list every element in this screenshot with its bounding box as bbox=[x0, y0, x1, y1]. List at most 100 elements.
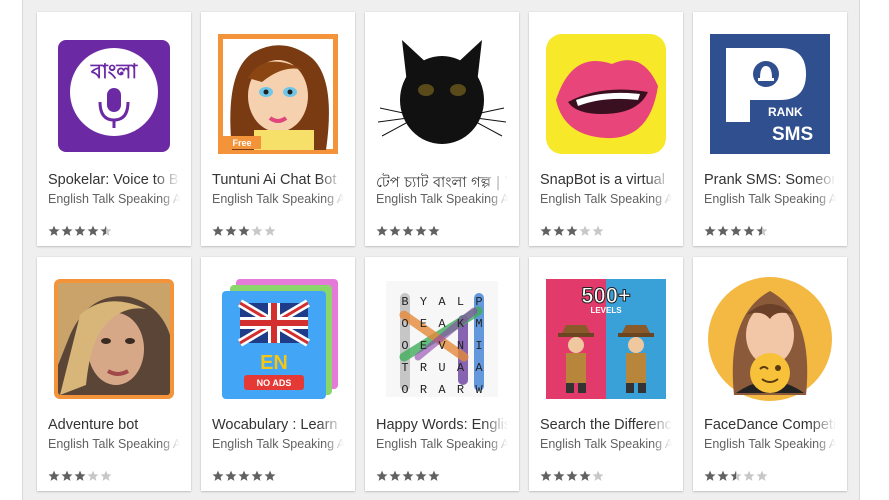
svg-text:LEVELS: LEVELS bbox=[590, 306, 622, 315]
rating-stars bbox=[212, 470, 277, 484]
word-search-letter: L bbox=[457, 295, 464, 309]
star-icon bbox=[553, 225, 565, 237]
app-icon bbox=[706, 275, 834, 403]
app-card-spokelar[interactable]: বাংলা Spokelar: Voice to Bangla English … bbox=[37, 12, 191, 246]
app-developer[interactable]: English Talk Speaking App bbox=[48, 192, 180, 206]
app-developer[interactable]: English Talk Speaking App bbox=[704, 192, 836, 206]
star-icon bbox=[592, 470, 604, 482]
app-developer[interactable]: English Talk Speaking App bbox=[704, 437, 836, 451]
app-card-tuntuni[interactable]: Free Tuntuni Ai Chat Bot English Talk Sp… bbox=[201, 12, 355, 246]
star-icon bbox=[212, 470, 224, 482]
app-card-tap-chat[interactable]: টেপ চ্যাট বাংলা গল্প | Tap Chat English … bbox=[365, 12, 519, 246]
star-icon bbox=[74, 225, 86, 237]
app-developer[interactable]: English Talk Speaking App bbox=[212, 192, 344, 206]
app-card-snapbot[interactable]: SnapBot is a virtual English Talk Speaki… bbox=[529, 12, 683, 246]
app-developer[interactable]: English Talk Speaking App bbox=[376, 192, 508, 206]
star-icon bbox=[100, 470, 112, 482]
word-search-letter: B bbox=[401, 295, 408, 309]
word-search-letter: O bbox=[401, 383, 408, 397]
svg-text:EN: EN bbox=[260, 352, 288, 374]
black-cat-icon bbox=[378, 30, 506, 158]
rating-stars bbox=[376, 470, 441, 484]
app-title[interactable]: Prank SMS: Someone bbox=[704, 172, 836, 188]
lips-icon bbox=[546, 34, 666, 154]
app-card-prank-sms[interactable]: RANK SMS Prank SMS: Someone English Talk… bbox=[693, 12, 847, 246]
star-icon bbox=[566, 225, 578, 237]
app-developer[interactable]: English Talk Speaking App bbox=[540, 437, 672, 451]
app-card-wocabulary[interactable]: EN NO ADS Wocabulary : Learn English Tal… bbox=[201, 257, 355, 491]
rating-stars bbox=[48, 470, 113, 484]
app-card-happy-words[interactable]: BYALPOEAKMOEVNITRUAAORARW Happy Words: E… bbox=[365, 257, 519, 491]
star-icon bbox=[717, 225, 729, 237]
rating-stars bbox=[540, 225, 605, 239]
app-title[interactable]: Spokelar: Voice to Bangla bbox=[48, 172, 180, 188]
app-title[interactable]: FaceDance Competition bbox=[704, 417, 836, 433]
svg-text:RANK: RANK bbox=[768, 105, 803, 119]
app-card-facedance[interactable]: FaceDance Competition English Talk Speak… bbox=[693, 257, 847, 491]
app-title[interactable]: Tuntuni Ai Chat Bot bbox=[212, 172, 344, 188]
star-icon bbox=[717, 470, 729, 482]
app-card-search-differences[interactable]: 500+ LEVELS Search the Differenc English… bbox=[529, 257, 683, 491]
star-icon bbox=[48, 225, 60, 237]
word-search-letter: K bbox=[457, 317, 465, 331]
word-search-letter: R bbox=[420, 361, 427, 375]
app-title[interactable]: Search the Differences bbox=[540, 417, 672, 433]
prank-sms-icon: RANK SMS bbox=[710, 34, 830, 154]
star-icon bbox=[415, 225, 427, 237]
star-icon bbox=[428, 470, 440, 482]
word-search-letter: V bbox=[438, 339, 446, 353]
star-icon bbox=[264, 470, 276, 482]
app-title[interactable]: Adventure bot bbox=[48, 417, 180, 433]
cartoon-girl-icon: Free bbox=[218, 34, 338, 154]
star-icon bbox=[428, 225, 440, 237]
star-icon bbox=[225, 470, 237, 482]
rating-stars bbox=[704, 470, 769, 484]
bangla-mic-icon: বাংলা bbox=[58, 40, 170, 152]
winking-girl-icon bbox=[708, 277, 832, 401]
word-search-letter: O bbox=[401, 317, 408, 331]
star-icon bbox=[540, 225, 552, 237]
uk-flag-book-icon: EN NO ADS bbox=[222, 279, 338, 399]
star-icon bbox=[251, 470, 263, 482]
star-icon bbox=[389, 225, 401, 237]
app-card-adventure-bot[interactable]: Adventure bot English Talk Speaking App bbox=[37, 257, 191, 491]
star-icon bbox=[251, 225, 263, 237]
app-icon bbox=[50, 275, 178, 403]
app-icon bbox=[378, 30, 506, 158]
app-icon: 500+ LEVELS bbox=[542, 275, 670, 403]
app-icon: Free bbox=[214, 30, 342, 158]
svg-text:বাংলা: বাংলা bbox=[90, 59, 138, 83]
star-icon bbox=[756, 225, 768, 237]
app-developer[interactable]: English Talk Speaking App bbox=[376, 437, 508, 451]
app-developer[interactable]: English Talk Speaking App bbox=[48, 437, 180, 451]
app-title[interactable]: SnapBot is a virtual bbox=[540, 172, 672, 188]
word-search-letter: U bbox=[438, 361, 445, 375]
app-title[interactable]: Wocabulary : Learn bbox=[212, 417, 344, 433]
app-developer[interactable]: English Talk Speaking App bbox=[212, 437, 344, 451]
star-icon bbox=[579, 470, 591, 482]
star-icon bbox=[376, 225, 388, 237]
word-search-icon: B Y A L PO E A K MO E V N IT R U A AO R A R W bbox=[386, 281, 498, 397]
word-search-letter: N bbox=[457, 339, 464, 353]
svg-text:SMS: SMS bbox=[772, 124, 813, 145]
svg-text:500+: 500+ bbox=[581, 283, 631, 308]
app-developer[interactable]: English Talk Speaking App bbox=[540, 192, 672, 206]
word-search-letter: A bbox=[438, 383, 446, 397]
star-icon bbox=[592, 225, 604, 237]
word-search-letter: E bbox=[420, 339, 427, 353]
star-icon bbox=[402, 225, 414, 237]
star-icon bbox=[238, 225, 250, 237]
star-icon bbox=[553, 470, 565, 482]
app-title[interactable]: Happy Words: English bbox=[376, 417, 508, 433]
word-search-letter: R bbox=[420, 383, 427, 397]
star-icon bbox=[264, 225, 276, 237]
svg-text:NO ADS: NO ADS bbox=[257, 378, 292, 388]
word-search-letter: R bbox=[457, 383, 464, 397]
rating-stars bbox=[376, 225, 441, 239]
star-icon bbox=[389, 470, 401, 482]
star-icon bbox=[730, 470, 742, 482]
star-icon bbox=[61, 225, 73, 237]
star-icon bbox=[743, 470, 755, 482]
app-icon: বাংলা bbox=[50, 30, 178, 158]
word-search-letter: A bbox=[457, 361, 465, 375]
